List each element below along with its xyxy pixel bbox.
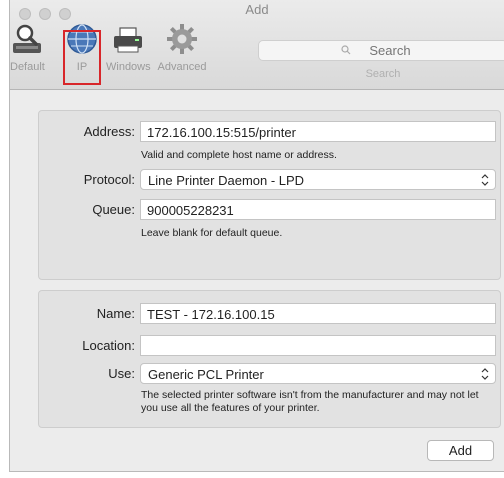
protocol-label: Protocol: — [83, 172, 135, 187]
gear-icon — [165, 22, 199, 56]
tool-windows[interactable]: Windows — [106, 22, 151, 73]
address-hint: Valid and complete host name or address. — [141, 149, 337, 161]
magnifier-printer-icon — [10, 22, 44, 56]
search-icon — [341, 45, 351, 55]
name-field[interactable]: TEST - 172.16.100.15 — [140, 303, 496, 324]
location-field[interactable] — [140, 335, 496, 356]
add-button[interactable]: Add — [427, 440, 494, 461]
tool-windows-label: Windows — [106, 61, 151, 73]
chevron-updown-icon — [481, 174, 489, 186]
connection-panel: Address: 172.16.100.15:515/printer Valid… — [38, 110, 501, 280]
protocol-value: Line Printer Daemon - LPD — [148, 173, 305, 188]
toolbar: Add Default IP Windows Advanced Search S… — [10, 0, 504, 90]
protocol-select[interactable]: Line Printer Daemon - LPD — [140, 169, 496, 190]
window-title: Add — [245, 2, 269, 17]
use-hint: The selected printer software isn't from… — [141, 389, 479, 414]
tool-default-label: Default — [10, 61, 45, 73]
search-label: Search — [365, 68, 401, 80]
search-field[interactable] — [258, 40, 504, 61]
search-input[interactable] — [259, 41, 504, 60]
use-select[interactable]: Generic PCL Printer — [140, 363, 496, 384]
use-label: Use: — [108, 366, 135, 381]
address-field[interactable]: 172.16.100.15:515/printer — [140, 121, 496, 142]
use-value: Generic PCL Printer — [148, 367, 264, 382]
details-panel: Name: TEST - 172.16.100.15 Location: Use… — [38, 290, 501, 428]
queue-hint: Leave blank for default queue. — [141, 227, 283, 239]
ip-selection-highlight — [63, 30, 101, 85]
tool-advanced-label: Advanced — [157, 61, 207, 73]
address-label: Address: — [83, 124, 135, 139]
tool-default[interactable]: Default — [10, 22, 45, 73]
queue-label: Queue: — [92, 202, 135, 217]
queue-field[interactable]: 900005228231 — [140, 199, 496, 220]
printer-icon — [111, 22, 145, 56]
tool-advanced[interactable]: Advanced — [155, 22, 209, 73]
location-label: Location: — [82, 338, 135, 353]
add-printer-window: Add Default IP Windows Advanced Search S… — [9, 0, 504, 472]
name-label: Name: — [96, 306, 135, 321]
chevron-updown-icon — [481, 368, 489, 380]
